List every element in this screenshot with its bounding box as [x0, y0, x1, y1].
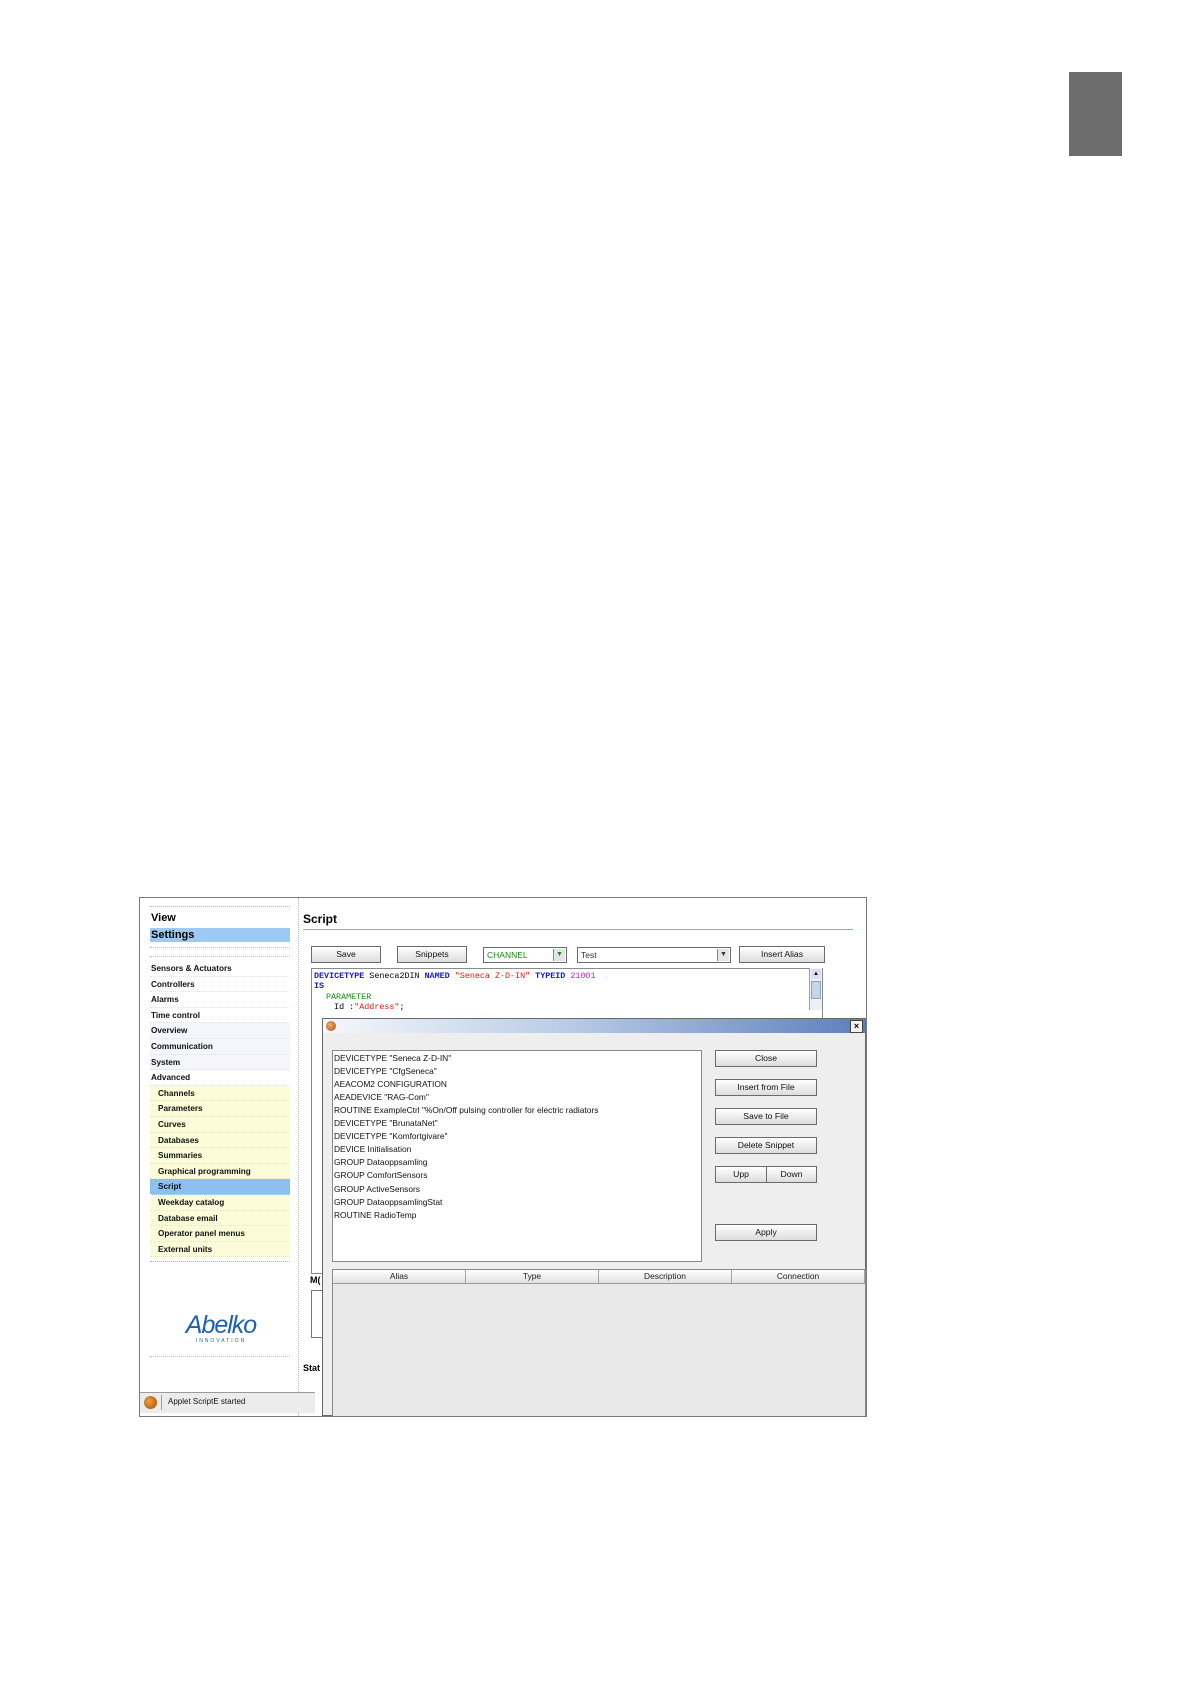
sidebar-item[interactable]: Script	[150, 1179, 290, 1195]
code-keyword: IS	[314, 981, 325, 991]
table-header: Alias Type Description Connection	[333, 1270, 865, 1284]
snippet-list-item[interactable]: DEVICETYPE "CfgSeneca"	[334, 1066, 437, 1076]
snippet-list-item[interactable]: DEVICETYPE "Seneca Z-D-IN"	[334, 1053, 451, 1063]
status-label: Stat	[303, 1363, 321, 1373]
code-number: 21001	[565, 971, 596, 981]
java-applet-icon	[144, 1396, 157, 1409]
status-text: Applet ScriptE started	[168, 1397, 246, 1406]
page-title: Script	[303, 912, 338, 926]
editor-scrollbar[interactable]: ▲	[809, 968, 822, 1010]
snippet-list-item[interactable]: ROUTINE RadioTemp	[334, 1210, 416, 1220]
java-applet-icon	[326, 1021, 336, 1031]
snippet-list-item[interactable]: GROUP Dataoppsamling	[334, 1157, 427, 1167]
sidebar-item[interactable]: Channels	[150, 1085, 290, 1102]
abelko-logo: Abelko INNOVATION	[176, 1312, 266, 1344]
sidebar-item[interactable]: External units	[150, 1241, 290, 1258]
code-keyword: NAMED	[424, 971, 450, 981]
scroll-thumb[interactable]	[811, 981, 821, 999]
table-column-header[interactable]: Alias	[333, 1270, 466, 1283]
apply-button[interactable]: Apply	[715, 1224, 817, 1241]
close-button[interactable]: Close	[715, 1050, 817, 1067]
table-column-header[interactable]: Type	[466, 1270, 599, 1283]
sidebar-item[interactable]: System	[150, 1054, 290, 1071]
snippet-select-value: Test	[581, 950, 597, 960]
insert-alias-button[interactable]: Insert Alias	[739, 946, 825, 963]
code-line: PARAMETER	[326, 992, 372, 1002]
sidebar-item[interactable]: Curves	[150, 1116, 290, 1133]
move-down-button[interactable]: Down	[766, 1166, 817, 1183]
sidebar-menu: Sensors & Actuators Controllers Alarms Time…	[150, 961, 290, 1258]
snippet-list-item[interactable]: GROUP ComfortSensors	[334, 1170, 427, 1180]
snippet-list-item[interactable]: GROUP ActiveSensors	[334, 1184, 420, 1194]
delete-snippet-button[interactable]: Delete Snippet	[715, 1137, 817, 1154]
title-underline	[303, 929, 853, 930]
divider	[161, 1395, 162, 1410]
divider	[150, 947, 290, 948]
sidebar-item[interactable]: Operator panel menus	[150, 1226, 290, 1242]
code-keyword: DEVICETYPE	[314, 971, 365, 981]
snippet-list-item[interactable]: AEADEVICE "RAG-Com"	[334, 1092, 429, 1102]
sidebar-item[interactable]: Alarms	[150, 992, 290, 1008]
snippet-list-item[interactable]: DEVICE Initialisation	[334, 1144, 411, 1154]
sidebar-item[interactable]: Database email	[150, 1210, 290, 1227]
sidebar-item[interactable]: Databases	[150, 1132, 290, 1149]
save-button[interactable]: Save	[311, 946, 381, 963]
snippet-list-item[interactable]: AEACOM2 CONFIGURATION	[334, 1079, 447, 1089]
sidebar-item[interactable]: Weekday catalog	[150, 1194, 290, 1211]
sidebar-item[interactable]: Graphical programming	[150, 1163, 290, 1180]
dialog-titlebar[interactable]: ×	[323, 1019, 865, 1033]
sidebar-item[interactable]: Summaries	[150, 1148, 290, 1164]
snippet-list-item[interactable]: DEVICETYPE "BrunataNet"	[334, 1118, 438, 1128]
snippets-button[interactable]: Snippets	[397, 946, 467, 963]
snippet-list[interactable]: DEVICETYPE "Seneca Z-D-IN" DEVICETYPE "Cf…	[332, 1050, 702, 1262]
save-to-file-button[interactable]: Save to File	[715, 1108, 817, 1125]
channel-select[interactable]: CHANNEL ▼	[483, 947, 567, 963]
page-thumb-tab	[1069, 72, 1122, 156]
divider	[150, 1356, 290, 1357]
divider	[150, 906, 290, 907]
code-text: Id :	[314, 1002, 355, 1012]
sidebar-item[interactable]: Controllers	[150, 977, 290, 993]
messages-label: M(	[310, 1275, 321, 1285]
code-keyword: TYPEID	[535, 971, 566, 981]
app-screenshot: View Settings Sensors & Actuators Control…	[139, 897, 867, 1417]
sidebar-item[interactable]: Advanced	[150, 1070, 290, 1086]
sidebar-item[interactable]: Communication	[150, 1038, 290, 1055]
snippet-select[interactable]: Test ▼	[577, 947, 731, 963]
sidebar-item[interactable]: Time control	[150, 1008, 290, 1024]
chevron-down-icon[interactable]: ▼	[717, 949, 729, 961]
sidebar-item[interactable]: Parameters	[150, 1101, 290, 1117]
logo-wordmark: Abelko	[185, 1311, 257, 1339]
close-icon[interactable]: ×	[850, 1020, 863, 1033]
scroll-up-icon[interactable]: ▲	[811, 969, 821, 979]
table-column-header[interactable]: Connection	[732, 1270, 865, 1283]
code-string: "Seneca Z-D-IN"	[449, 971, 536, 981]
alias-table[interactable]: Alias Type Description Connection	[332, 1269, 866, 1416]
channel-select-value: CHANNEL	[487, 950, 528, 960]
sidebar-view-header[interactable]: View	[151, 912, 176, 924]
insert-from-file-button[interactable]: Insert from File	[715, 1079, 817, 1096]
sidebar-item[interactable]: Sensors & Actuators	[150, 961, 290, 977]
divider	[150, 1261, 290, 1262]
move-up-button[interactable]: Upp	[715, 1166, 767, 1183]
snippet-list-item[interactable]: DEVICETYPE "Komfortgivare"	[334, 1131, 447, 1141]
divider	[150, 956, 290, 957]
chevron-down-icon[interactable]: ▼	[553, 949, 565, 961]
sidebar-settings-header[interactable]: Settings	[150, 928, 290, 942]
snippet-list-item[interactable]: GROUP DataoppsamlingStat	[334, 1197, 442, 1207]
snippets-dialog: × DEVICETYPE "Seneca Z-D-IN" DEVICETYPE "…	[322, 1018, 866, 1416]
applet-status-bar: Applet ScriptE started	[140, 1392, 315, 1413]
code-text: Seneca2DIN	[364, 971, 425, 981]
table-column-header[interactable]: Description	[599, 1270, 732, 1283]
sidebar: View Settings Sensors & Actuators Control…	[140, 898, 299, 1416]
code-line: DEVICETYPE Seneca2DIN NAMED "Seneca Z-D-…	[314, 971, 595, 981]
code-line: IS	[314, 981, 324, 991]
sidebar-item[interactable]: Overview	[150, 1023, 290, 1039]
code-line: Id :"Address";	[314, 1002, 404, 1012]
code-text: ;	[399, 1002, 405, 1012]
snippet-list-item[interactable]: ROUTINE ExampleCtrl "%On/Off pulsing con…	[334, 1105, 598, 1115]
code-string: "Address"	[354, 1002, 400, 1012]
